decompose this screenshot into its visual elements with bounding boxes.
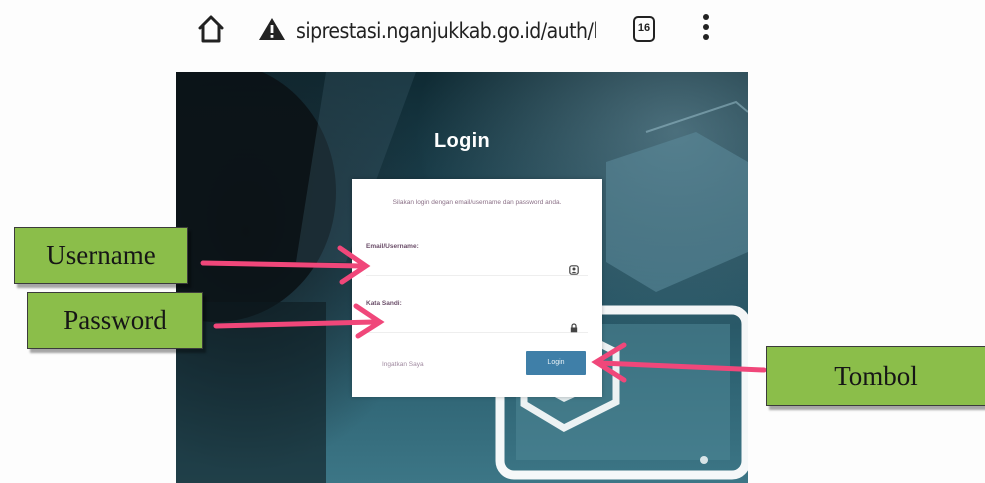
password-callout: Password bbox=[27, 292, 203, 349]
tabs-icon[interactable]: 16 bbox=[633, 16, 655, 42]
more-vert-icon[interactable] bbox=[700, 14, 712, 44]
login-intro-text: Silakan login dengan email/username dan … bbox=[392, 199, 562, 206]
email-label: Email/Username: bbox=[366, 243, 419, 250]
login-card: Silakan login dengan email/username dan … bbox=[352, 179, 602, 397]
password-label: Kata Sandi: bbox=[366, 300, 402, 307]
remember-me-checkbox[interactable]: Ingatkan Saya bbox=[382, 361, 424, 368]
username-input[interactable] bbox=[366, 257, 588, 276]
browser-address-bar: siprestasi.nganjukkab.go.id/auth/log 16 bbox=[0, 0, 985, 62]
username-callout: Username bbox=[14, 227, 188, 284]
user-icon bbox=[569, 265, 579, 275]
home-icon[interactable] bbox=[196, 12, 226, 46]
warning-icon[interactable] bbox=[258, 16, 286, 42]
url-text[interactable]: siprestasi.nganjukkab.go.id/auth/log bbox=[296, 14, 596, 48]
page-title: Login bbox=[434, 130, 490, 152]
lock-icon bbox=[570, 323, 578, 333]
password-input[interactable] bbox=[366, 314, 588, 333]
tombol-callout: Tombol bbox=[766, 346, 985, 406]
login-page-viewport: Login Silakan login dengan email/usernam… bbox=[176, 72, 748, 483]
login-button[interactable]: Login bbox=[526, 351, 586, 375]
